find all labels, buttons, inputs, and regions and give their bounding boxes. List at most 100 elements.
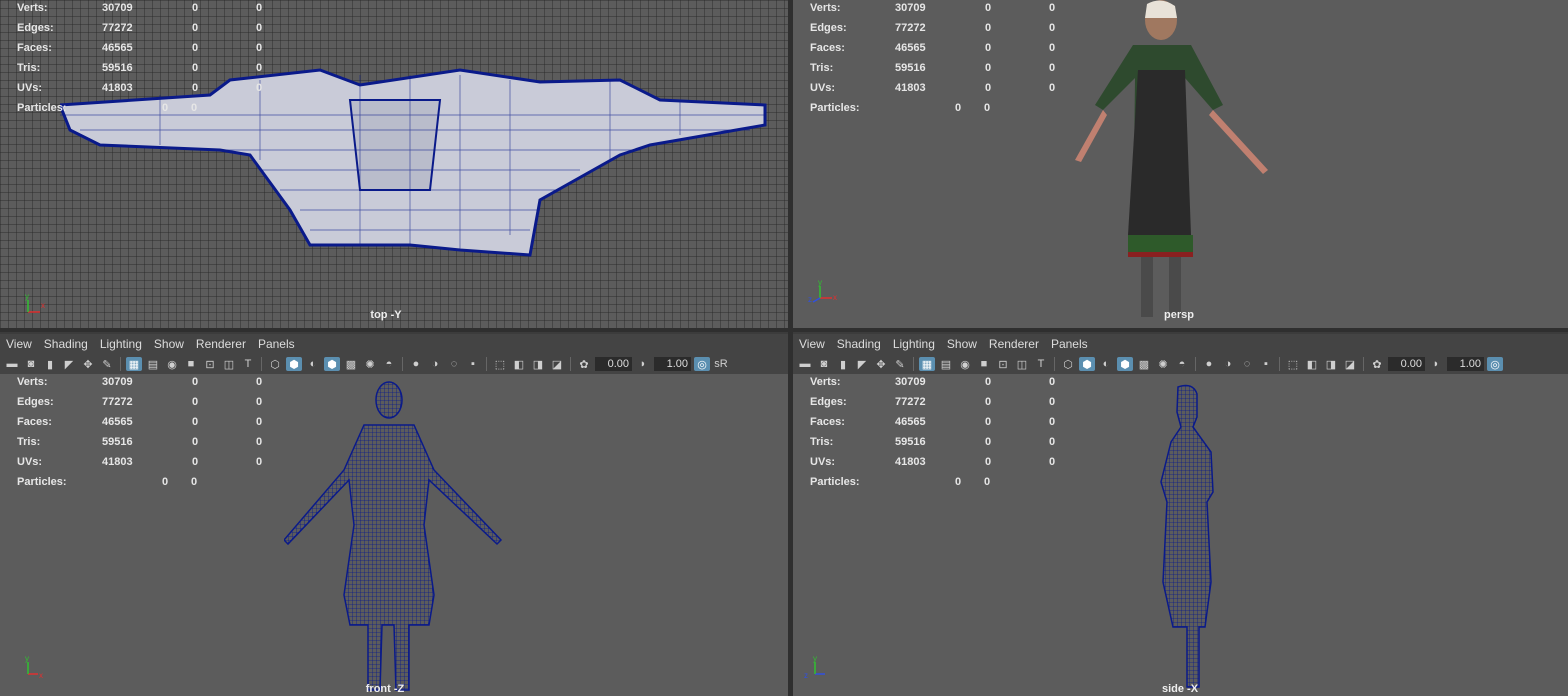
- film-gate-icon[interactable]: ▤: [938, 357, 954, 371]
- horizontal-splitter[interactable]: [0, 328, 1568, 332]
- exposure-icon[interactable]: ✿: [576, 357, 592, 371]
- camera-attr-icon[interactable]: ◙: [816, 357, 832, 371]
- textured-icon[interactable]: ▩: [1136, 357, 1152, 371]
- film-gate-icon[interactable]: ▤: [145, 357, 161, 371]
- grid-icon[interactable]: ▦: [126, 357, 142, 371]
- svg-text:y: y: [813, 654, 817, 663]
- safe-action-icon[interactable]: ◫: [221, 357, 237, 371]
- xray-icon[interactable]: ◧: [511, 357, 527, 371]
- exposure-field[interactable]: 0.00: [595, 357, 632, 371]
- lights-icon[interactable]: ✺: [1155, 357, 1171, 371]
- color-management-icon[interactable]: ◎: [694, 357, 710, 371]
- ambient-occlusion-icon[interactable]: ●: [1201, 357, 1217, 371]
- menu-panels[interactable]: Panels: [252, 334, 301, 354]
- shadows-icon[interactable]: ◓: [381, 357, 397, 371]
- resolution-gate-icon[interactable]: ◉: [957, 357, 973, 371]
- toolbar-separator: [261, 357, 262, 371]
- bookmark-icon[interactable]: ▮: [835, 357, 851, 371]
- menu-show[interactable]: Show: [941, 334, 983, 354]
- isolate-select-icon[interactable]: ⬚: [1285, 357, 1301, 371]
- safe-action-icon[interactable]: ◫: [1014, 357, 1030, 371]
- menu-renderer[interactable]: Renderer: [983, 334, 1045, 354]
- smooth-shade-icon[interactable]: ⬢: [286, 357, 302, 371]
- default-material-icon[interactable]: ◐: [305, 357, 321, 371]
- camera-attr-icon[interactable]: ◙: [23, 357, 39, 371]
- menu-show[interactable]: Show: [148, 334, 190, 354]
- axis-gizmo-icon: y x: [25, 292, 45, 313]
- grid-icon[interactable]: ▦: [919, 357, 935, 371]
- bookmark-icon[interactable]: ▮: [42, 357, 58, 371]
- toolbar-separator: [120, 357, 121, 371]
- depth-of-field-icon[interactable]: ▪: [465, 357, 481, 371]
- xray-joints-icon[interactable]: ◨: [530, 357, 546, 371]
- xray-icon[interactable]: ◧: [1304, 357, 1320, 371]
- exposure-icon[interactable]: ✿: [1369, 357, 1385, 371]
- pen-icon[interactable]: ✎: [892, 357, 908, 371]
- menu-lighting[interactable]: Lighting: [94, 334, 148, 354]
- viewport-persp[interactable]: Verts: 30709 0 0 Edges: 77272 0 0 Faces: 46565 0…: [793, 0, 1568, 328]
- hud-stats: Verts: 30709 0 0 Edges: 77272 0 0 Faces: 46565 0…: [17, 2, 263, 114]
- lights-icon[interactable]: ✺: [362, 357, 378, 371]
- camera-label-side: side -X: [1161, 683, 1199, 695]
- color-space-label[interactable]: sR: [713, 357, 729, 371]
- wireframe-icon[interactable]: ⬡: [1060, 357, 1076, 371]
- move-icon[interactable]: ✥: [80, 357, 96, 371]
- xray-components-icon[interactable]: ◪: [549, 357, 565, 371]
- xray-joints-icon[interactable]: ◨: [1323, 357, 1339, 371]
- shadows-icon[interactable]: ◓: [1174, 357, 1190, 371]
- gamma-icon[interactable]: ◗: [635, 357, 651, 371]
- viewport-top[interactable]: Verts: 30709 0 0 Edges: 77272 0 0 Faces: 46565 0…: [0, 0, 788, 328]
- depth-of-field-icon[interactable]: ▪: [1258, 357, 1274, 371]
- menu-shading[interactable]: Shading: [38, 334, 94, 354]
- toolbar-separator: [1363, 357, 1364, 371]
- default-material-icon[interactable]: ◐: [1098, 357, 1114, 371]
- viewport-front[interactable]: Verts: 30709 0 0 Edges: 77272 0 0 Faces: 46565 0…: [0, 374, 788, 696]
- gamma-field[interactable]: 1.00: [1447, 357, 1484, 371]
- wireframe-icon[interactable]: ⬡: [267, 357, 283, 371]
- camera-label-top: top -Y: [370, 309, 402, 321]
- isolate-select-icon[interactable]: ⬚: [492, 357, 508, 371]
- anti-alias-icon[interactable]: ◌: [446, 357, 462, 371]
- menu-shading[interactable]: Shading: [831, 334, 887, 354]
- gate-mask-icon[interactable]: ■: [976, 357, 992, 371]
- resolution-gate-icon[interactable]: ◉: [164, 357, 180, 371]
- xray-components-icon[interactable]: ◪: [1342, 357, 1358, 371]
- menu-lighting[interactable]: Lighting: [887, 334, 941, 354]
- safe-title-icon[interactable]: T: [240, 357, 256, 371]
- camera-icon[interactable]: ▬: [797, 357, 813, 371]
- svg-text:x: x: [41, 301, 45, 310]
- panel-toolbar: ▬ ◙ ▮ ◤ ✥ ✎ ▦ ▤ ◉ ■ ⊡ ◫ T ⬡ ⬢ ◐ ⬢ ▩ ✺ ◓ …: [0, 354, 788, 374]
- smooth-shade-icon[interactable]: ⬢: [1079, 357, 1095, 371]
- menu-view[interactable]: View: [0, 334, 38, 354]
- motion-blur-icon[interactable]: ◑: [427, 357, 443, 371]
- hud-stats: Verts: 30709 0 0 Edges: 77272 0 0 Faces: 46565 0…: [810, 2, 1056, 114]
- field-chart-icon[interactable]: ⊡: [995, 357, 1011, 371]
- safe-title-icon[interactable]: T: [1033, 357, 1049, 371]
- image-plane-icon[interactable]: ◤: [854, 357, 870, 371]
- image-plane-icon[interactable]: ◤: [61, 357, 77, 371]
- color-management-icon[interactable]: ◎: [1487, 357, 1503, 371]
- anti-alias-icon[interactable]: ◌: [1239, 357, 1255, 371]
- pen-icon[interactable]: ✎: [99, 357, 115, 371]
- panel-menubar: View Shading Lighting Show Renderer Panels: [0, 334, 788, 354]
- gamma-icon[interactable]: ◗: [1428, 357, 1444, 371]
- menu-renderer[interactable]: Renderer: [190, 334, 252, 354]
- svg-text:x: x: [39, 671, 43, 680]
- model-persp-character: [1075, 0, 1268, 317]
- hud-stats: Verts: 30709 0 0 Edges: 77272 0 0 Faces: 46565 0…: [17, 376, 263, 488]
- svg-text:z: z: [808, 295, 812, 304]
- gamma-field[interactable]: 1.00: [654, 357, 691, 371]
- exposure-field[interactable]: 0.00: [1388, 357, 1425, 371]
- menu-panels[interactable]: Panels: [1045, 334, 1094, 354]
- gate-mask-icon[interactable]: ■: [183, 357, 199, 371]
- move-icon[interactable]: ✥: [873, 357, 889, 371]
- textured-icon[interactable]: ▩: [343, 357, 359, 371]
- field-chart-icon[interactable]: ⊡: [202, 357, 218, 371]
- wireframe-on-shaded-icon[interactable]: ⬢: [324, 357, 340, 371]
- motion-blur-icon[interactable]: ◑: [1220, 357, 1236, 371]
- ambient-occlusion-icon[interactable]: ●: [408, 357, 424, 371]
- camera-icon[interactable]: ▬: [4, 357, 20, 371]
- viewport-side[interactable]: Verts: 30709 0 0 Edges: 77272 0 0 Faces: 46565 0…: [793, 374, 1568, 696]
- wireframe-on-shaded-icon[interactable]: ⬢: [1117, 357, 1133, 371]
- menu-view[interactable]: View: [793, 334, 831, 354]
